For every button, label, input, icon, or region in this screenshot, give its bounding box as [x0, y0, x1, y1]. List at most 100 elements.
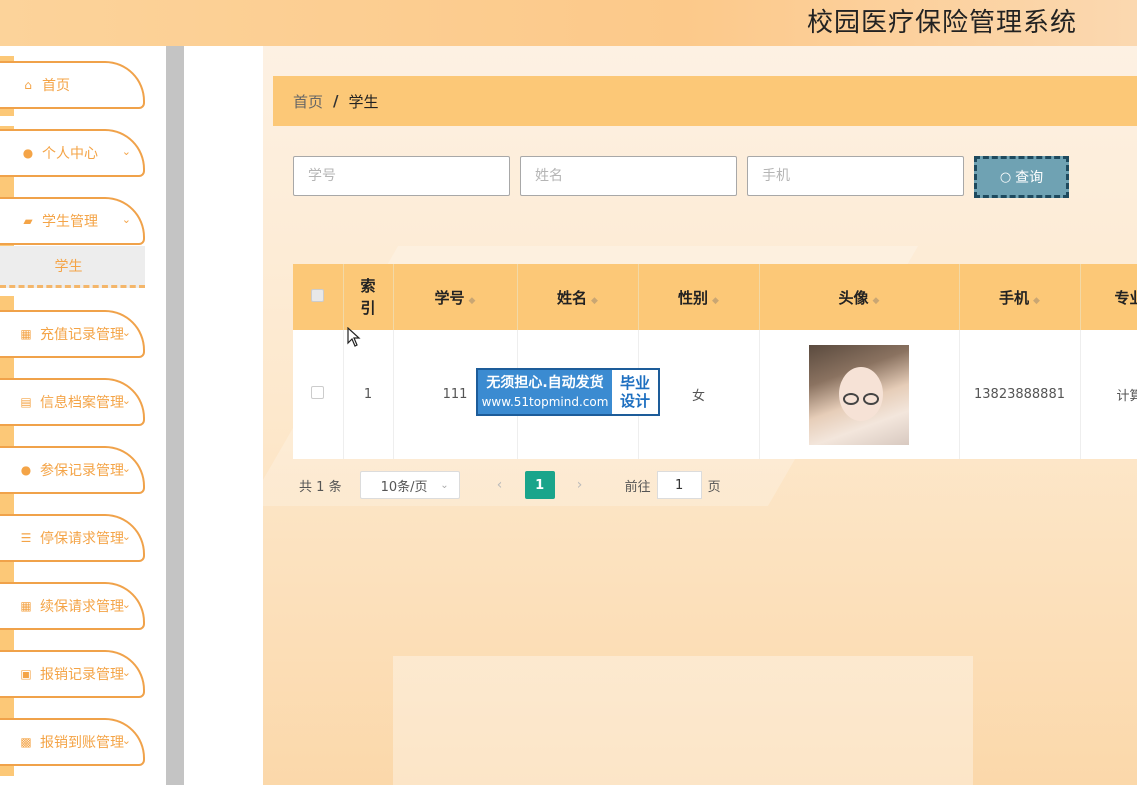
sidebar-item-reimbursement-records[interactable]: ▣ 报销记录管理 ⌄	[0, 650, 145, 698]
sidebar-subitem-student[interactable]: 学生	[0, 246, 145, 288]
page-jump: 前往 页	[625, 471, 721, 499]
mouse-cursor-icon	[347, 327, 361, 347]
chevron-down-icon: ⌄	[121, 462, 131, 475]
next-page-button[interactable]: ›	[565, 471, 595, 499]
chevron-down-icon: ⌄	[121, 326, 131, 339]
header-select	[293, 264, 344, 330]
header-major[interactable]: 专业	[1080, 264, 1137, 330]
sidebar-item-reimbursement-arrival[interactable]: ▩ 报销到账管理 ⌄	[0, 718, 145, 766]
chevron-down-icon: ⌄	[121, 145, 131, 158]
sidebar-item-renewal-requests[interactable]: ▦ 续保请求管理 ⌄	[0, 582, 145, 630]
student-no-input[interactable]	[293, 156, 510, 196]
system-title: 校园医疗保险管理系统	[806, 8, 1077, 38]
chevron-down-icon: ⌄	[121, 734, 131, 747]
sidebar-item-home[interactable]: ⌂ 首页	[0, 61, 145, 109]
sidebar-item-recharge-records[interactable]: ▦ 充值记录管理 ⌄	[0, 310, 145, 358]
breadcrumb-current: 学生	[348, 92, 379, 111]
background-decoration	[393, 656, 973, 785]
select-all-checkbox[interactable]	[311, 289, 325, 302]
cell-select	[293, 330, 344, 459]
home-icon: ⌂	[24, 78, 32, 92]
row-checkbox[interactable]	[311, 386, 325, 399]
clipboard-icon: ▣	[20, 667, 32, 681]
sidebar-item-label: 信息档案管理	[40, 395, 124, 411]
sort-icon[interactable]: ◆	[1033, 296, 1040, 306]
sidebar-item-student-management[interactable]: ▰ 学生管理 ⌄	[0, 197, 145, 245]
watermark-right: 毕业 设计	[612, 370, 658, 414]
chevron-down-icon: ⌄	[121, 666, 131, 679]
header-gender[interactable]: 性别 ◆	[638, 264, 760, 330]
sidebar-item-label: 报销到账管理	[40, 735, 124, 751]
ticket-icon: ▰	[23, 214, 33, 228]
user-icon: ●	[22, 146, 34, 160]
chevron-right-icon: ›	[576, 477, 583, 493]
user-icon: ●	[20, 463, 32, 477]
sidebar-item-label: 报销记录管理	[40, 667, 124, 683]
sidebar: ⌂ 首页 ● 个人中心 ⌄ ▰ 学生管理 ⌄ 学生 ▦ 充值记录管理 ⌄ ▤ 信…	[0, 46, 166, 785]
content-gutter	[184, 46, 263, 785]
grid-icon: ▦	[20, 599, 32, 613]
sidebar-item-label: 学生管理	[42, 214, 98, 230]
header-phone[interactable]: 手机 ◆	[959, 264, 1081, 330]
search-button[interactable]: ○ 查询	[974, 156, 1069, 198]
name-input[interactable]	[520, 156, 737, 196]
page-number-current[interactable]: 1	[524, 471, 555, 499]
sidebar-item-suspension-requests[interactable]: ☰ 停保请求管理 ⌄	[0, 514, 145, 562]
chevron-down-icon: ⌄	[121, 213, 131, 226]
pagination: 共 1 条 10条/页 ⌄ ‹ 1 › 前往 页	[299, 471, 721, 499]
cell-avatar	[759, 330, 960, 459]
watermark-line2: www.51topmind.com	[481, 395, 609, 409]
list-icon: ☰	[20, 531, 32, 545]
top-header: 校园医疗保险管理系统	[0, 0, 1137, 46]
sidebar-item-personal-center[interactable]: ● 个人中心 ⌄	[0, 129, 145, 177]
avatar	[809, 344, 909, 445]
sidebar-scrollbar[interactable]	[166, 46, 184, 785]
sidebar-item-insurance-records[interactable]: ● 参保记录管理 ⌄	[0, 446, 145, 494]
header-name[interactable]: 姓名 ◆	[517, 264, 639, 330]
search-button-label: 查询	[1015, 170, 1044, 186]
sidebar-item-label: 续保请求管理	[40, 599, 124, 615]
table-header-row: 索 引 学号◆ 姓名◆ 性别◆ 头像◆ 手机◆ 专业	[293, 264, 1137, 330]
cell-phone: 13823888881	[959, 330, 1081, 459]
header-avatar[interactable]: 头像 ◆	[759, 264, 960, 330]
student-table: 索 引 学号◆ 姓名◆ 性别◆ 头像◆ 手机◆ 专业 1 111 女	[293, 264, 1137, 459]
cell-major: 计算	[1080, 330, 1137, 459]
sort-icon[interactable]: ◆	[712, 296, 719, 306]
page-size-select[interactable]: 10条/页 ⌄	[359, 471, 460, 499]
sidebar-item-label: 首页	[42, 78, 70, 94]
sort-icon[interactable]: ◆	[591, 296, 598, 306]
phone-input[interactable]	[747, 156, 964, 196]
sort-icon[interactable]: ◆	[873, 296, 880, 306]
breadcrumb-separator: /	[333, 92, 339, 110]
prev-page-button[interactable]: ‹	[485, 471, 515, 499]
sidebar-item-info-archives[interactable]: ▤ 信息档案管理 ⌄	[0, 378, 145, 426]
search-icon: ○	[999, 169, 1012, 185]
header-index: 索 引	[343, 264, 394, 330]
chart-icon: ▩	[20, 735, 32, 749]
cell-index: 1	[343, 330, 394, 459]
goto-suffix: 页	[707, 479, 721, 495]
avatar-glasses	[863, 392, 879, 405]
avatar-glasses	[843, 392, 859, 405]
breadcrumb-home[interactable]: 首页	[293, 91, 323, 112]
pagination-total: 共 1 条	[299, 479, 342, 495]
chevron-down-icon: ⌄	[121, 598, 131, 611]
main-content: 首页 / 学生 ○ 查询 索 引 学号◆ 姓名◆ 性别◆ 头像◆ 手机◆	[263, 46, 1137, 785]
page-size-value: 10条/页	[380, 479, 428, 495]
goto-page-input[interactable]	[656, 471, 702, 499]
chevron-down-icon: ⌄	[121, 394, 131, 407]
header-student-no[interactable]: 学号 ◆	[393, 264, 518, 330]
sort-icon[interactable]: ◆	[469, 296, 476, 306]
sidebar-item-label: 个人中心	[42, 146, 98, 162]
watermark-left: 无须担心.自动发货 www.51topmind.com	[478, 370, 612, 414]
doc-icon: ▤	[20, 395, 32, 409]
watermark-line1: 无须担心.自动发货	[486, 375, 604, 391]
watermark-badge: 无须担心.自动发货 www.51topmind.com 毕业 设计	[476, 368, 660, 416]
grid-icon: ▦	[20, 327, 32, 341]
chevron-down-icon: ⌄	[440, 479, 449, 491]
sidebar-item-label: 停保请求管理	[40, 531, 124, 547]
sidebar-item-label: 参保记录管理	[40, 463, 124, 479]
breadcrumb: 首页 / 学生	[273, 76, 1137, 126]
table-row: 1 111 女 13823888881 计算	[293, 330, 1137, 459]
sidebar-item-label: 充值记录管理	[40, 327, 124, 343]
